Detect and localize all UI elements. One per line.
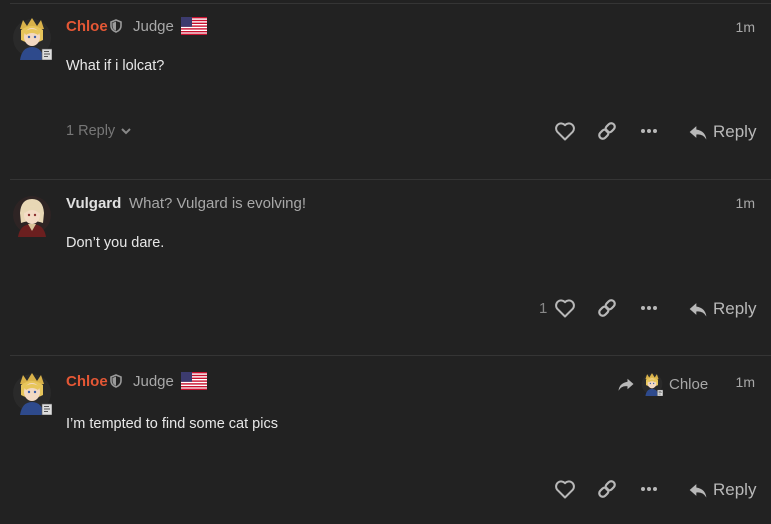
reply-to-tab[interactable]: Chloe (617, 372, 708, 396)
more-icon (641, 306, 657, 310)
user-title: Judge (133, 373, 174, 390)
heart-icon (555, 122, 575, 141)
reply-arrow-icon (689, 484, 707, 498)
top-divider (10, 3, 771, 4)
link-icon (596, 297, 618, 319)
avatar (641, 372, 663, 396)
like-button[interactable] (553, 119, 577, 143)
reply-label: Reply (713, 299, 757, 318)
post-time[interactable]: 1m (736, 19, 755, 35)
like-button[interactable] (553, 477, 577, 501)
post-divider (10, 179, 771, 180)
post-body: What if i lolcat? (66, 58, 165, 74)
post-divider (10, 355, 771, 356)
more-icon (641, 129, 657, 133)
reply-arrow-icon (689, 303, 707, 317)
reply-to-name: Chloe (669, 375, 709, 393)
reply-label: Reply (713, 480, 757, 499)
share-arrow-icon (618, 378, 634, 391)
more-actions-button[interactable] (637, 477, 661, 501)
post-body: I’m tempted to find some cat pics (66, 416, 278, 432)
like-button[interactable] (553, 296, 577, 320)
link-icon (596, 478, 618, 500)
reply-arrow-icon (689, 126, 707, 140)
copy-link-button[interactable] (595, 477, 619, 501)
post-body: Don’t you dare. (66, 235, 165, 251)
copy-link-button[interactable] (595, 296, 619, 320)
us-flag-icon (181, 17, 207, 35)
more-actions-button[interactable] (637, 296, 661, 320)
user-title: Judge (133, 18, 174, 35)
us-flag-icon (181, 372, 207, 390)
link-icon (596, 120, 618, 142)
post-author[interactable]: Chloe (66, 373, 108, 390)
avatar[interactable] (12, 193, 52, 237)
replies-count-label: 1 Reply (66, 123, 116, 139)
show-replies-button[interactable]: 1 Reply (66, 123, 133, 139)
chevron-down-icon (121, 128, 131, 135)
more-icon (641, 487, 657, 491)
reply-button[interactable]: Reply (688, 122, 756, 142)
post-author[interactable]: Chloe (66, 18, 108, 35)
avatar[interactable] (12, 371, 52, 415)
post-time[interactable]: 1m (736, 374, 755, 390)
reply-label: Reply (713, 122, 757, 141)
user-title: What? Vulgard is evolving! (129, 195, 307, 212)
post-time[interactable]: 1m (736, 195, 755, 211)
post-author[interactable]: Vulgard (66, 195, 121, 212)
like-count[interactable]: 1 (539, 300, 547, 317)
more-actions-button[interactable] (637, 119, 661, 143)
copy-link-button[interactable] (595, 119, 619, 143)
heart-icon (555, 480, 575, 499)
avatar[interactable] (12, 16, 52, 60)
heart-icon (555, 299, 575, 318)
reply-button[interactable]: Reply (688, 299, 756, 319)
shield-icon (110, 374, 122, 388)
reply-button[interactable]: Reply (688, 480, 756, 500)
shield-icon (110, 19, 122, 33)
